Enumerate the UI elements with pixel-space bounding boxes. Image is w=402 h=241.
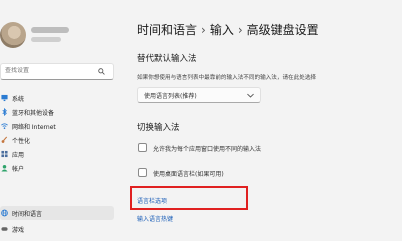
chevron-down-icon bbox=[247, 93, 254, 98]
per-app-input-label[interactable]: 允许我为每个应用窗口使用不同的输入法 bbox=[153, 144, 261, 153]
sidebar-item-personalization[interactable]: 个性化 bbox=[0, 133, 114, 147]
bluetooth-icon bbox=[2, 108, 7, 116]
input-method-dropdown[interactable]: 使用语言列表(推荐) bbox=[137, 87, 261, 103]
sidebar-item-label: 蓝牙和其他设备 bbox=[12, 110, 55, 117]
breadcrumb-item-time-language[interactable]: 时间和语言 bbox=[137, 23, 197, 37]
sidebar-item-label: 系统 bbox=[12, 96, 25, 103]
main-content: 时间和语言 › 输入 › 高级键盘设置 替代默认输入法 如果你想使用与语言列表中最靠前的… bbox=[118, 0, 402, 241]
monitor-icon bbox=[1, 94, 8, 102]
search-box[interactable] bbox=[0, 63, 114, 80]
sidebar-item-label: 帐户 bbox=[12, 166, 25, 173]
page-title: 高级键盘设置 bbox=[246, 23, 319, 37]
brush-icon bbox=[1, 136, 8, 143]
per-app-input-checkbox[interactable] bbox=[138, 143, 147, 152]
sidebar-item-bluetooth[interactable]: 蓝牙和其他设备 bbox=[0, 105, 114, 119]
language-bar-options-link[interactable]: 语言栏选项 bbox=[137, 196, 167, 205]
gamepad-icon bbox=[1, 227, 8, 231]
sidebar-item-label: 时间和语言 bbox=[12, 211, 43, 218]
sidebar-item-label: 游戏 bbox=[12, 227, 25, 234]
account-icon bbox=[1, 164, 8, 172]
sidebar-item-label: 网络和 Internet bbox=[12, 124, 56, 131]
globe-icon bbox=[1, 209, 8, 217]
user-name-blurred bbox=[31, 27, 69, 33]
override-description: 如果你想使用与语言列表中最靠前的输入法不同的输入法，请在此处选择 bbox=[137, 75, 317, 81]
apps-icon bbox=[1, 150, 8, 158]
user-email-blurred bbox=[31, 37, 61, 42]
sidebar-item-apps[interactable]: 应用 bbox=[0, 147, 114, 161]
breadcrumb: 时间和语言 › 输入 › 高级键盘设置 bbox=[137, 21, 319, 38]
desktop-language-bar-label[interactable]: 使用桌面语言栏(如果可用) bbox=[153, 169, 224, 178]
sidebar-item-gaming[interactable]: 游戏 bbox=[0, 222, 114, 236]
search-input[interactable] bbox=[5, 67, 90, 74]
sidebar-item-time-language[interactable]: 时间和语言 bbox=[0, 206, 114, 220]
dropdown-value: 使用语言列表(推荐) bbox=[144, 93, 197, 100]
sidebar-item-label: 个性化 bbox=[12, 138, 31, 145]
override-section-title: 替代默认输入法 bbox=[137, 54, 197, 64]
search-icon[interactable] bbox=[98, 68, 105, 75]
sidebar-item-network[interactable]: 网络和 Internet bbox=[0, 119, 114, 133]
switch-section-title: 切换输入法 bbox=[137, 123, 180, 133]
desktop-language-bar-checkbox[interactable] bbox=[138, 168, 147, 177]
wifi-icon bbox=[1, 123, 8, 129]
sidebar-item-system[interactable]: 系统 bbox=[0, 91, 114, 105]
breadcrumb-separator: › bbox=[201, 23, 206, 37]
breadcrumb-separator: › bbox=[237, 23, 243, 37]
sidebar-item-accounts[interactable]: 帐户 bbox=[0, 161, 114, 175]
sidebar-item-label: 应用 bbox=[12, 152, 25, 159]
avatar[interactable] bbox=[0, 22, 26, 48]
input-language-hotkeys-link[interactable]: 输入语言热键 bbox=[137, 214, 173, 223]
breadcrumb-item-input[interactable]: 输入 bbox=[210, 23, 234, 37]
sidebar: 系统 蓝牙和其他设备 网络和 Internet 个性化 应用 帐户 bbox=[0, 0, 118, 241]
